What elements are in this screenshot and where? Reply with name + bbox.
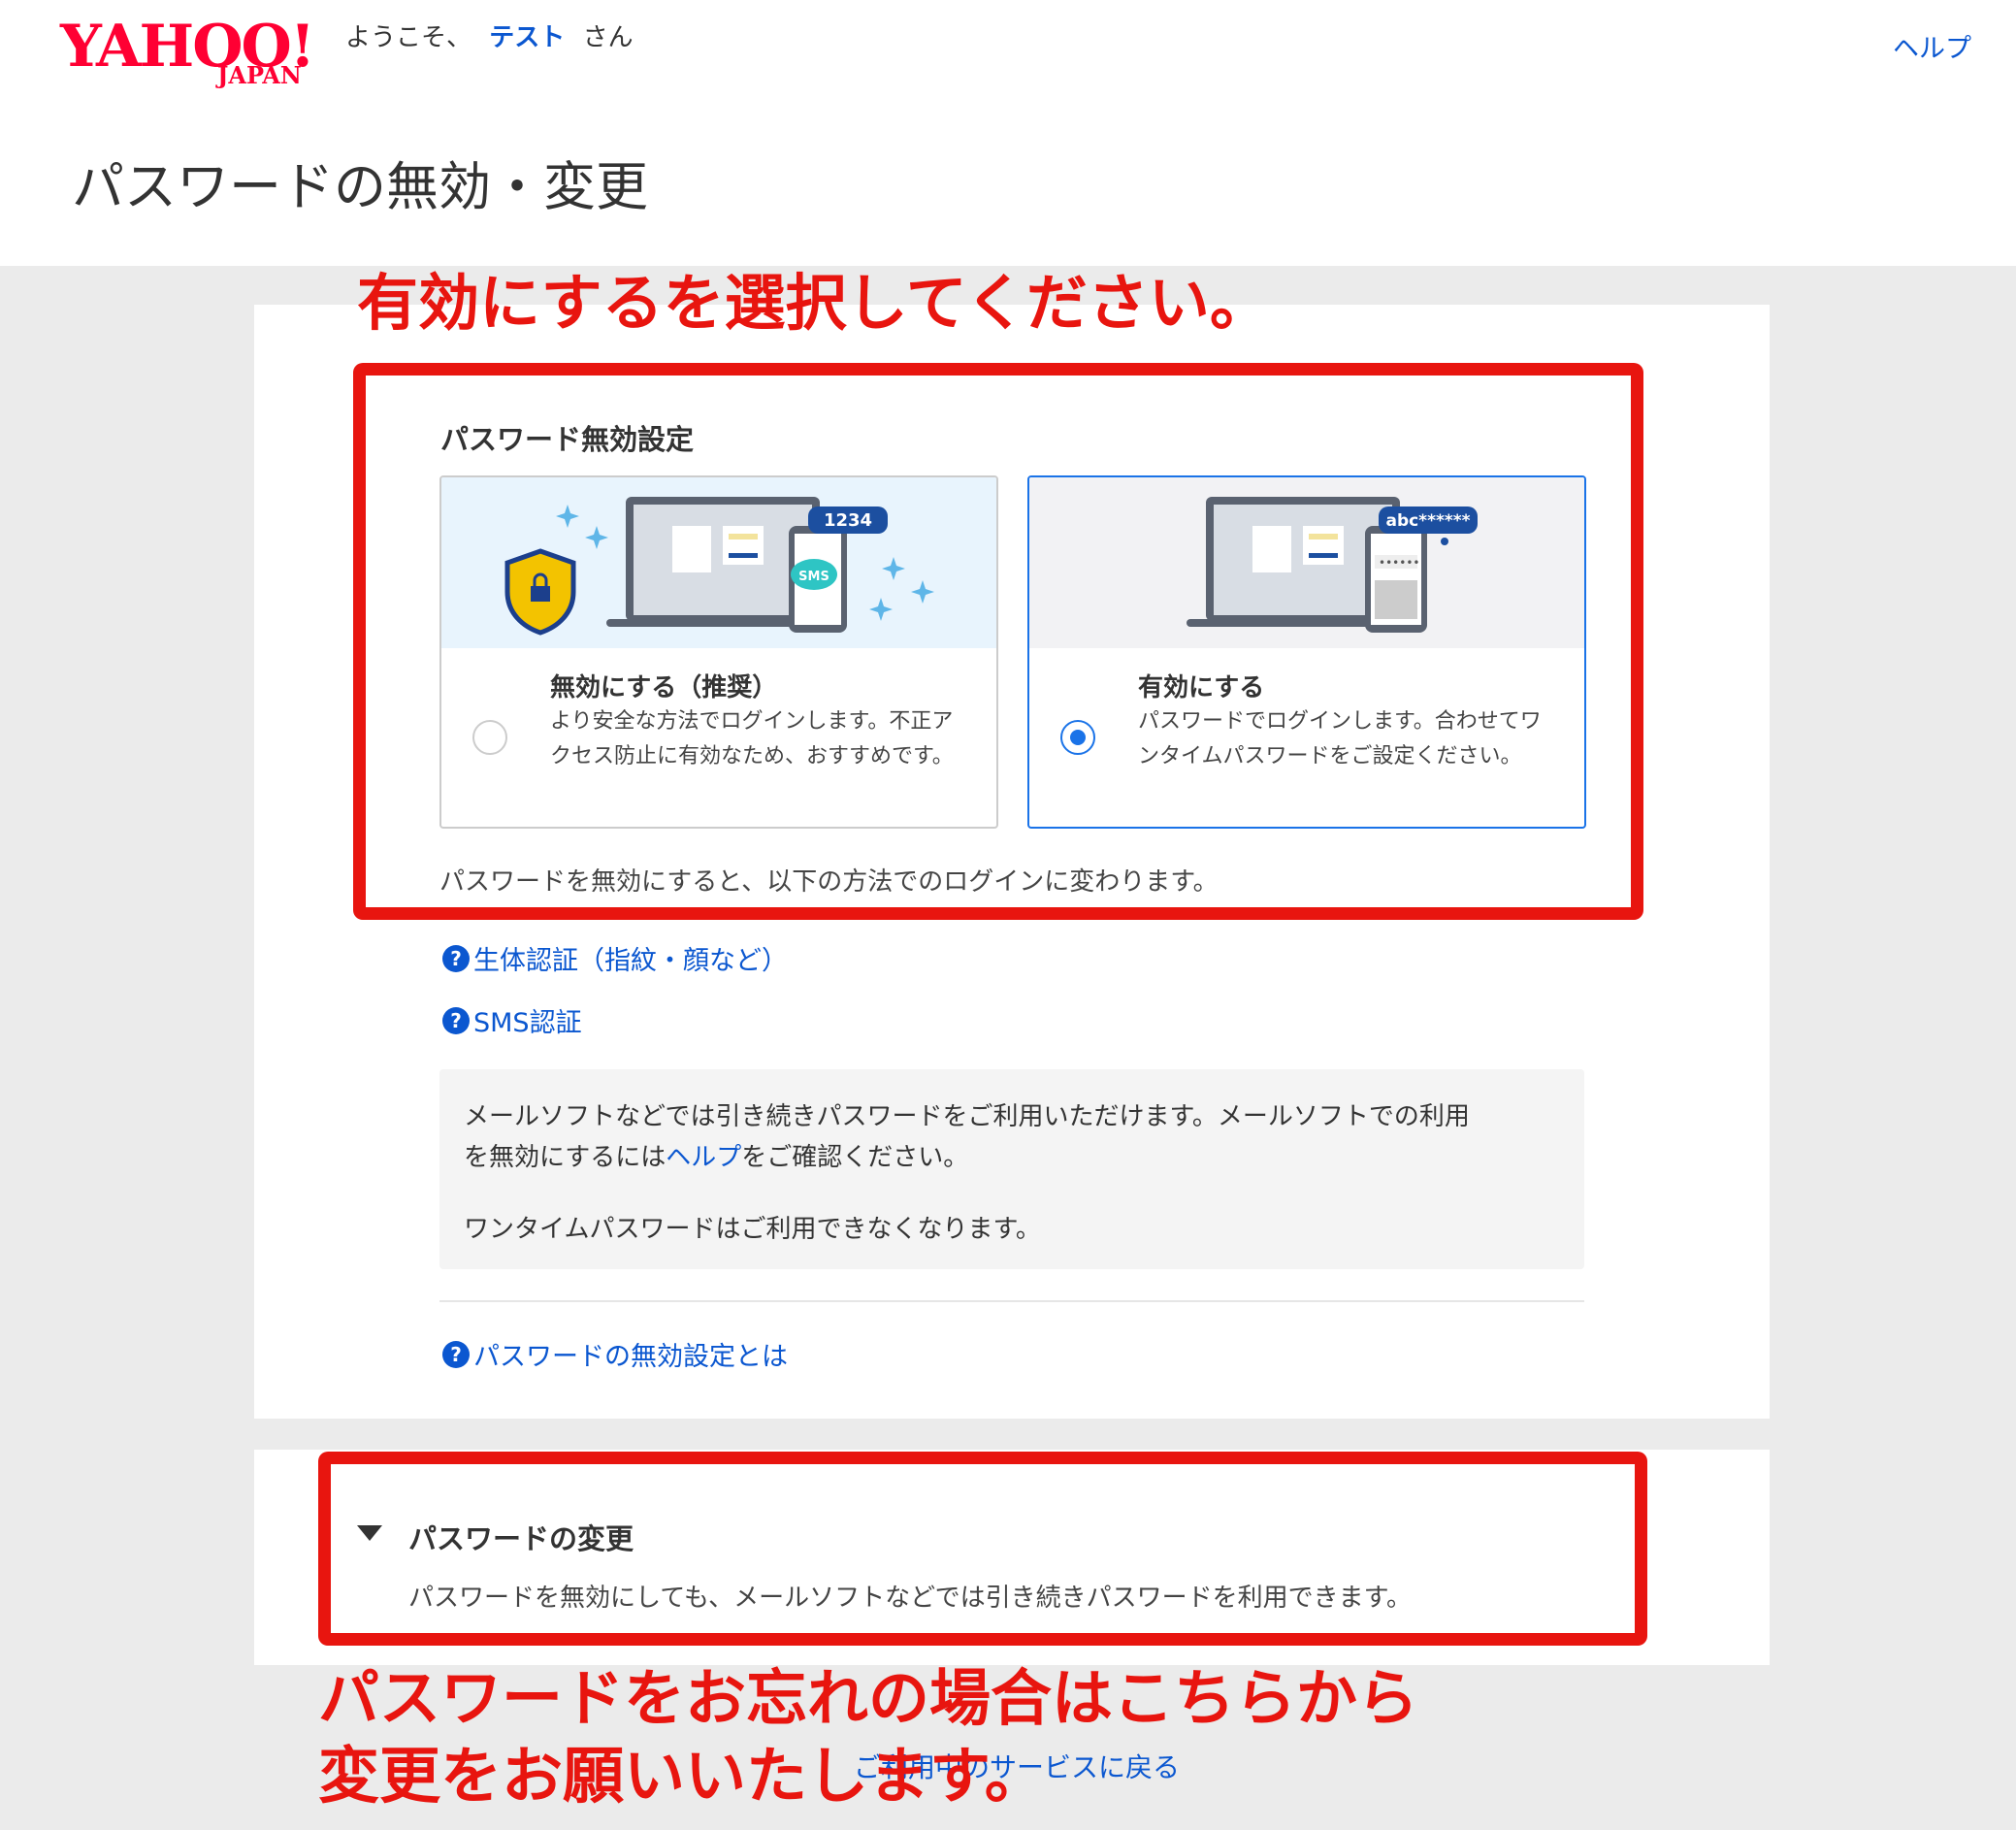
note-line-2-suffix: をご確認ください。 bbox=[741, 1143, 969, 1172]
about-disable-link[interactable]: ? パスワードの無効設定とは bbox=[442, 1335, 788, 1373]
divider bbox=[439, 1300, 1584, 1302]
note-line-2-prefix: を無効にするには bbox=[464, 1143, 667, 1172]
annotation-select-enable: 有効にするを選択してください。 bbox=[357, 268, 1271, 339]
note-help-link[interactable]: ヘルプ bbox=[666, 1143, 741, 1172]
note-line-3: ワンタイムパスワードはご利用できなくなります。 bbox=[464, 1215, 1041, 1244]
user-name-link[interactable]: テスト bbox=[489, 23, 565, 52]
note-line-2: を無効にするにはヘルプをご確認ください。 bbox=[464, 1137, 968, 1173]
annotation-highlight-change bbox=[318, 1452, 1647, 1646]
sms-help-link[interactable]: ? SMS認証 bbox=[442, 1001, 582, 1039]
question-icon: ? bbox=[442, 944, 470, 972]
question-icon: ? bbox=[442, 1340, 470, 1368]
note-line-1: メールソフトなどでは引き続きパスワードをご利用いただけます。メールソフトでの利用 bbox=[464, 1102, 1470, 1131]
page-title: パスワードの無効・変更 bbox=[72, 156, 648, 217]
logo-subtitle: JAPAN bbox=[217, 61, 302, 89]
annotation-forgot-line2: 変更をお願いいたします。 bbox=[318, 1741, 1046, 1812]
welcome-message: ようこそ、 テスト さん bbox=[345, 17, 634, 53]
question-icon: ? bbox=[442, 1006, 470, 1034]
biometric-label: 生体認証（指紋・顔など） bbox=[473, 946, 788, 976]
help-link[interactable]: ヘルプ bbox=[1893, 27, 1971, 65]
annotation-forgot-line1: パスワードをお忘れの場合はこちらから bbox=[318, 1663, 1418, 1734]
welcome-suffix: さん bbox=[582, 23, 634, 52]
biometric-help-link[interactable]: ? 生体認証（指紋・顔など） bbox=[442, 939, 788, 977]
welcome-prefix: ようこそ、 bbox=[345, 23, 472, 52]
annotation-highlight-setting bbox=[353, 363, 1643, 920]
sms-label: SMS認証 bbox=[473, 1008, 582, 1038]
yahoo-japan-logo[interactable]: YAHOO! JAPAN bbox=[60, 17, 327, 89]
info-note-box: メールソフトなどでは引き続きパスワードをご利用いただけます。メールソフトでの利用… bbox=[439, 1069, 1584, 1269]
about-disable-label: パスワードの無効設定とは bbox=[473, 1342, 788, 1372]
